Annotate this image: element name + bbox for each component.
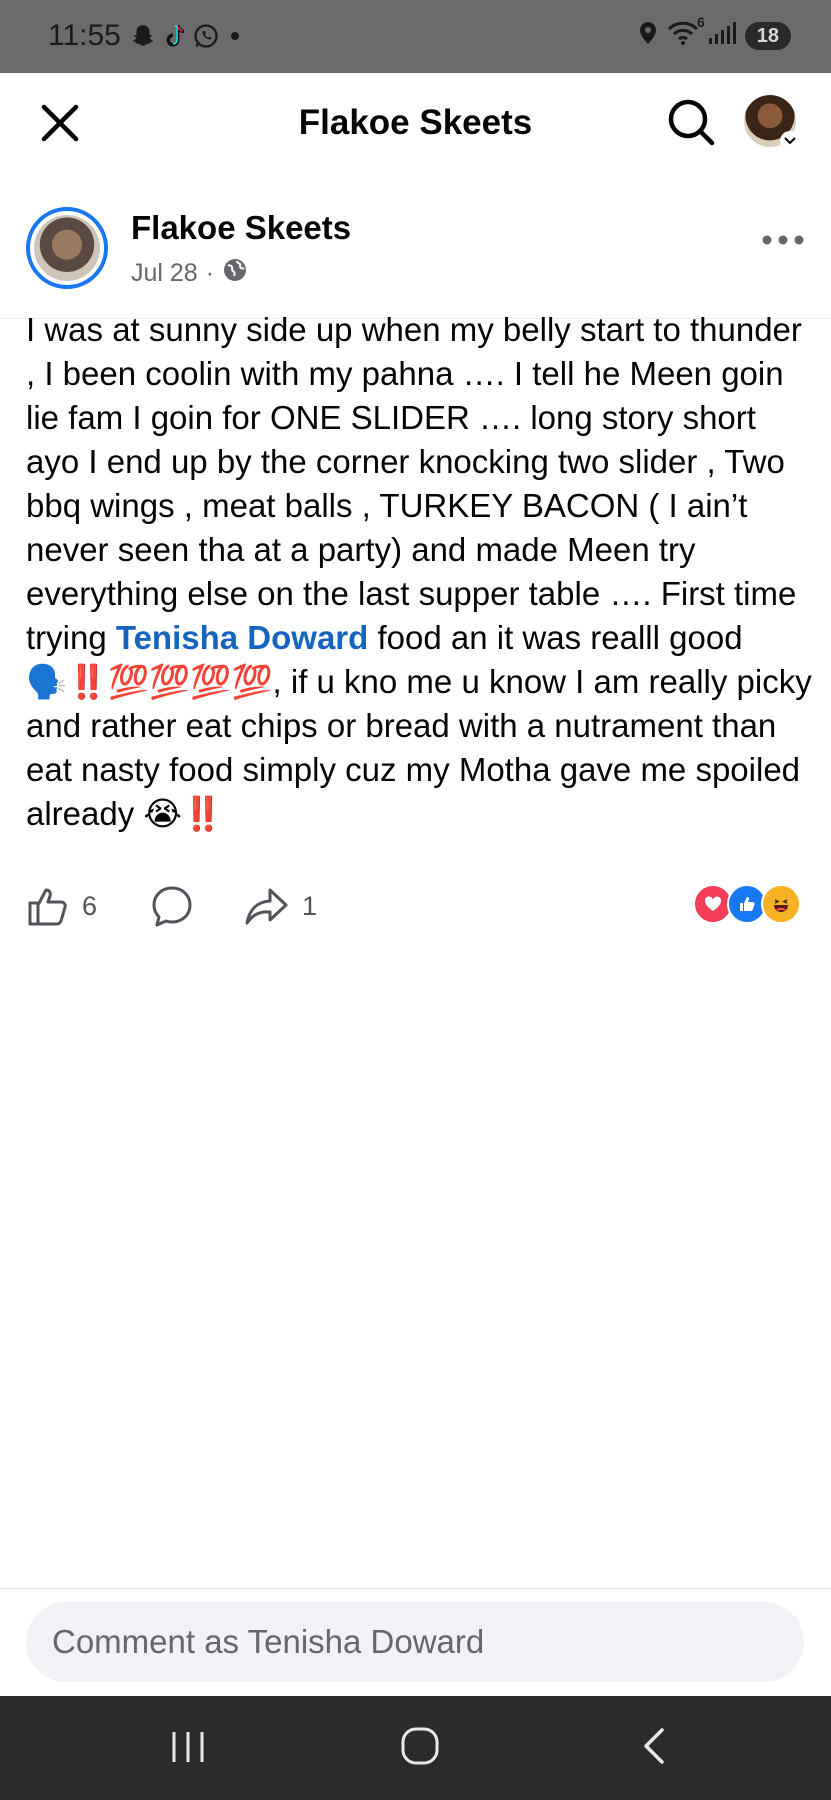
wifi-label: 6 [696, 14, 705, 30]
system-icons: 6 18 [637, 14, 791, 51]
back-icon [644, 1728, 664, 1764]
comment-input[interactable] [26, 1602, 804, 1682]
post-body: I was at sunny side up when my belly sta… [26, 308, 816, 836]
battery-indicator: 18 [744, 21, 791, 50]
author-avatar[interactable] [26, 207, 108, 289]
location-icon [637, 20, 659, 51]
thumbs-up-icon [28, 888, 67, 926]
post-header: Flakoe Skeets Jul 28 · [0, 205, 831, 315]
notification-icons [130, 22, 244, 55]
share-icon [245, 888, 288, 925]
comment-button[interactable] [150, 884, 194, 928]
share-button[interactable]: 1 [244, 884, 317, 928]
home-button[interactable] [400, 1726, 440, 1771]
share-count: 1 [302, 890, 318, 921]
status-bar: 11:55 6 18 [0, 0, 831, 73]
like-count: 6 [82, 890, 98, 921]
signal-icon [707, 20, 737, 51]
snapchat-icon [130, 23, 156, 54]
post-meta: Jul 28 · [131, 257, 248, 290]
meta-separator: · [205, 259, 215, 287]
system-nav-bar [0, 1696, 831, 1800]
reactions-summary[interactable] [693, 884, 801, 924]
dot-icon [226, 27, 244, 50]
author-name[interactable]: Flakoe Skeets [131, 209, 351, 247]
post-date[interactable]: Jul 28 [131, 259, 198, 288]
haha-reaction-icon [761, 884, 801, 924]
status-time: 11:55 [48, 19, 121, 52]
tiktok-icon [162, 23, 186, 54]
whatsapp-icon [192, 22, 220, 55]
recent-apps-button[interactable] [168, 1726, 208, 1771]
recent-apps-icon [172, 1732, 204, 1762]
mention-link[interactable]: Tenisha Doward [116, 619, 368, 656]
chevron-down-icon [780, 131, 800, 151]
search-icon [668, 99, 715, 146]
comment-icon [152, 886, 192, 927]
comment-bar [0, 1588, 831, 1697]
post-text-part1: I was at sunny side up when my belly sta… [26, 311, 802, 656]
profile-avatar-button[interactable] [744, 95, 800, 151]
wifi-icon: 6 [667, 14, 705, 51]
app-header: Flakoe Skeets [0, 73, 831, 168]
post-actions: 6 1 [0, 878, 831, 938]
author-photo [34, 215, 100, 281]
globe-icon [222, 257, 248, 290]
like-button[interactable]: 6 [26, 884, 97, 928]
home-icon [401, 1727, 439, 1765]
more-options-button[interactable] [761, 217, 805, 256]
more-icon [762, 235, 804, 245]
search-button[interactable] [665, 96, 717, 153]
back-button[interactable] [636, 1726, 676, 1771]
